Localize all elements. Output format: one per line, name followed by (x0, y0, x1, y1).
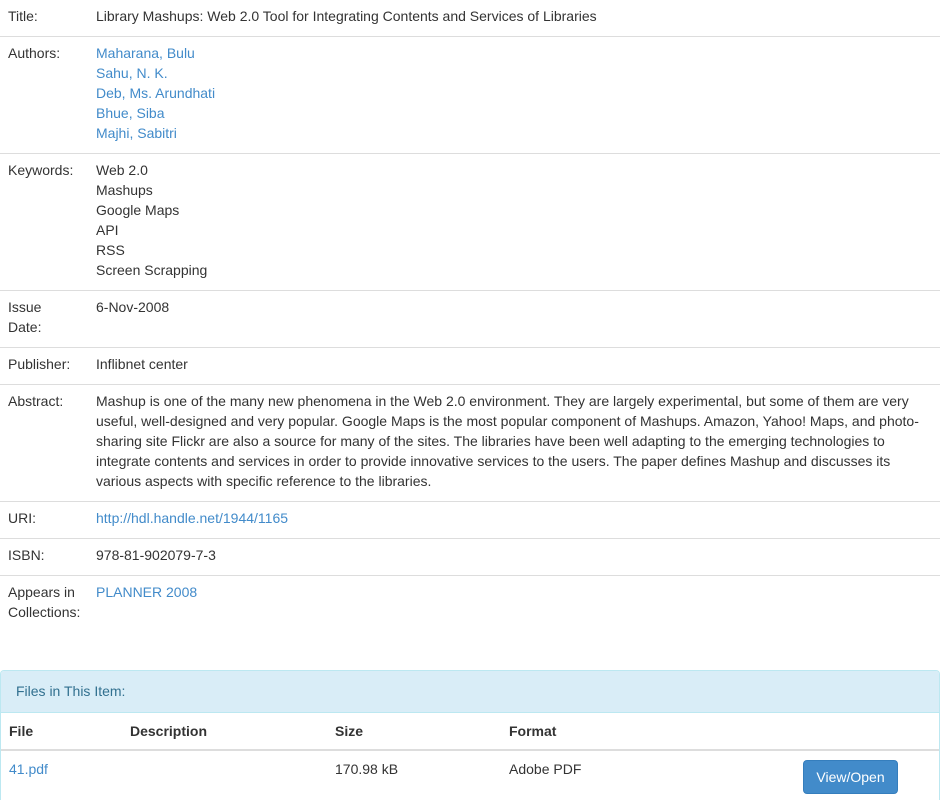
keywords-list: Web 2.0 Mashups Google Maps API RSS Scre… (88, 153, 940, 291)
isbn-value: 978-81-902079-7-3 (88, 538, 940, 576)
author-link[interactable]: Sahu, N. K. (96, 63, 932, 83)
file-link[interactable]: 41.pdf (9, 761, 48, 777)
abstract-label: Abstract: (0, 384, 88, 502)
publisher-label: Publisher: (0, 347, 88, 385)
title-value: Library Mashups: Web 2.0 Tool for Integr… (88, 0, 940, 37)
issue-date-label-line: Issue (8, 299, 42, 315)
collections-label: Appears in Collections: (0, 576, 88, 633)
issue-date-label-line: Date: (8, 319, 42, 335)
issue-date-label: Issue Date: (0, 290, 88, 348)
isbn-label: ISBN: (0, 538, 88, 576)
publisher-value: Inflibnet center (88, 347, 940, 385)
file-action-cell: View/Open (762, 750, 939, 800)
file-size: 170.98 kB (335, 761, 399, 777)
column-header-format: Format (501, 713, 762, 751)
files-table-header: File Description Size Format (1, 713, 939, 751)
collections-label-line: Appears in (8, 584, 75, 600)
files-panel: Files in This Item: File Description Siz… (0, 670, 940, 800)
column-header-file: File (1, 713, 122, 751)
title-label: Title: (0, 0, 88, 37)
keywords-label: Keywords: (0, 153, 88, 291)
author-link[interactable]: Maharana, Bulu (96, 43, 932, 63)
uri-label: URI: (0, 501, 88, 539)
metadata-row-issue-date: Issue Date: 6-Nov-2008 (0, 290, 940, 348)
view-open-button[interactable]: View/Open (803, 760, 898, 794)
author-link[interactable]: Bhue, Siba (96, 103, 932, 123)
author-link[interactable]: Majhi, Sabitri (96, 123, 932, 143)
keyword: Web 2.0 (96, 162, 148, 178)
metadata-row-title: Title: Library Mashups: Web 2.0 Tool for… (0, 0, 940, 37)
metadata-row-authors: Authors: Maharana, Bulu Sahu, N. K. Deb,… (0, 36, 940, 154)
column-header-size: Size (327, 713, 501, 751)
uri-link[interactable]: http://hdl.handle.net/1944/1165 (96, 510, 288, 526)
authors-list: Maharana, Bulu Sahu, N. K. Deb, Ms. Arun… (88, 36, 940, 154)
column-header-description: Description (122, 713, 327, 751)
keyword: RSS (96, 242, 125, 258)
metadata-table: Title: Library Mashups: Web 2.0 Tool for… (0, 0, 940, 632)
collections-label-line: Collections: (8, 604, 81, 620)
authors-label: Authors: (0, 36, 88, 154)
issue-date-value: 6-Nov-2008 (88, 290, 940, 348)
files-panel-heading: Files in This Item: (1, 671, 939, 713)
metadata-row-collections: Appears in Collections: PLANNER 2008 (0, 576, 940, 633)
metadata-row-uri: URI: http://hdl.handle.net/1944/1165 (0, 501, 940, 539)
keyword: Google Maps (96, 202, 180, 218)
metadata-row-keywords: Keywords: Web 2.0 Mashups Google Maps AP… (0, 153, 940, 291)
item-record-page: Title: Library Mashups: Web 2.0 Tool for… (0, 0, 942, 800)
keyword: Mashups (96, 182, 153, 198)
column-header-action (762, 713, 939, 751)
keyword: Screen Scrapping (96, 262, 208, 278)
file-cell: 41.pdf (1, 750, 122, 800)
collection-link[interactable]: PLANNER 2008 (96, 584, 197, 600)
metadata-row-publisher: Publisher: Inflibnet center (0, 347, 940, 385)
author-link[interactable]: Deb, Ms. Arundhati (96, 83, 932, 103)
keyword: API (96, 222, 119, 238)
metadata-row-isbn: ISBN: 978-81-902079-7-3 (0, 538, 940, 576)
uri-cell: http://hdl.handle.net/1944/1165 (88, 501, 940, 539)
file-description (122, 750, 327, 800)
abstract-value: Mashup is one of the many new phenomena … (88, 384, 940, 502)
file-format: Adobe PDF (509, 761, 582, 777)
collections-cell: PLANNER 2008 (88, 576, 940, 633)
files-table: File Description Size Format 41.pdf 170.… (1, 713, 939, 800)
table-row: 41.pdf 170.98 kB Adobe PDF View/Open (1, 750, 939, 800)
metadata-row-abstract: Abstract: Mashup is one of the many new … (0, 384, 940, 502)
